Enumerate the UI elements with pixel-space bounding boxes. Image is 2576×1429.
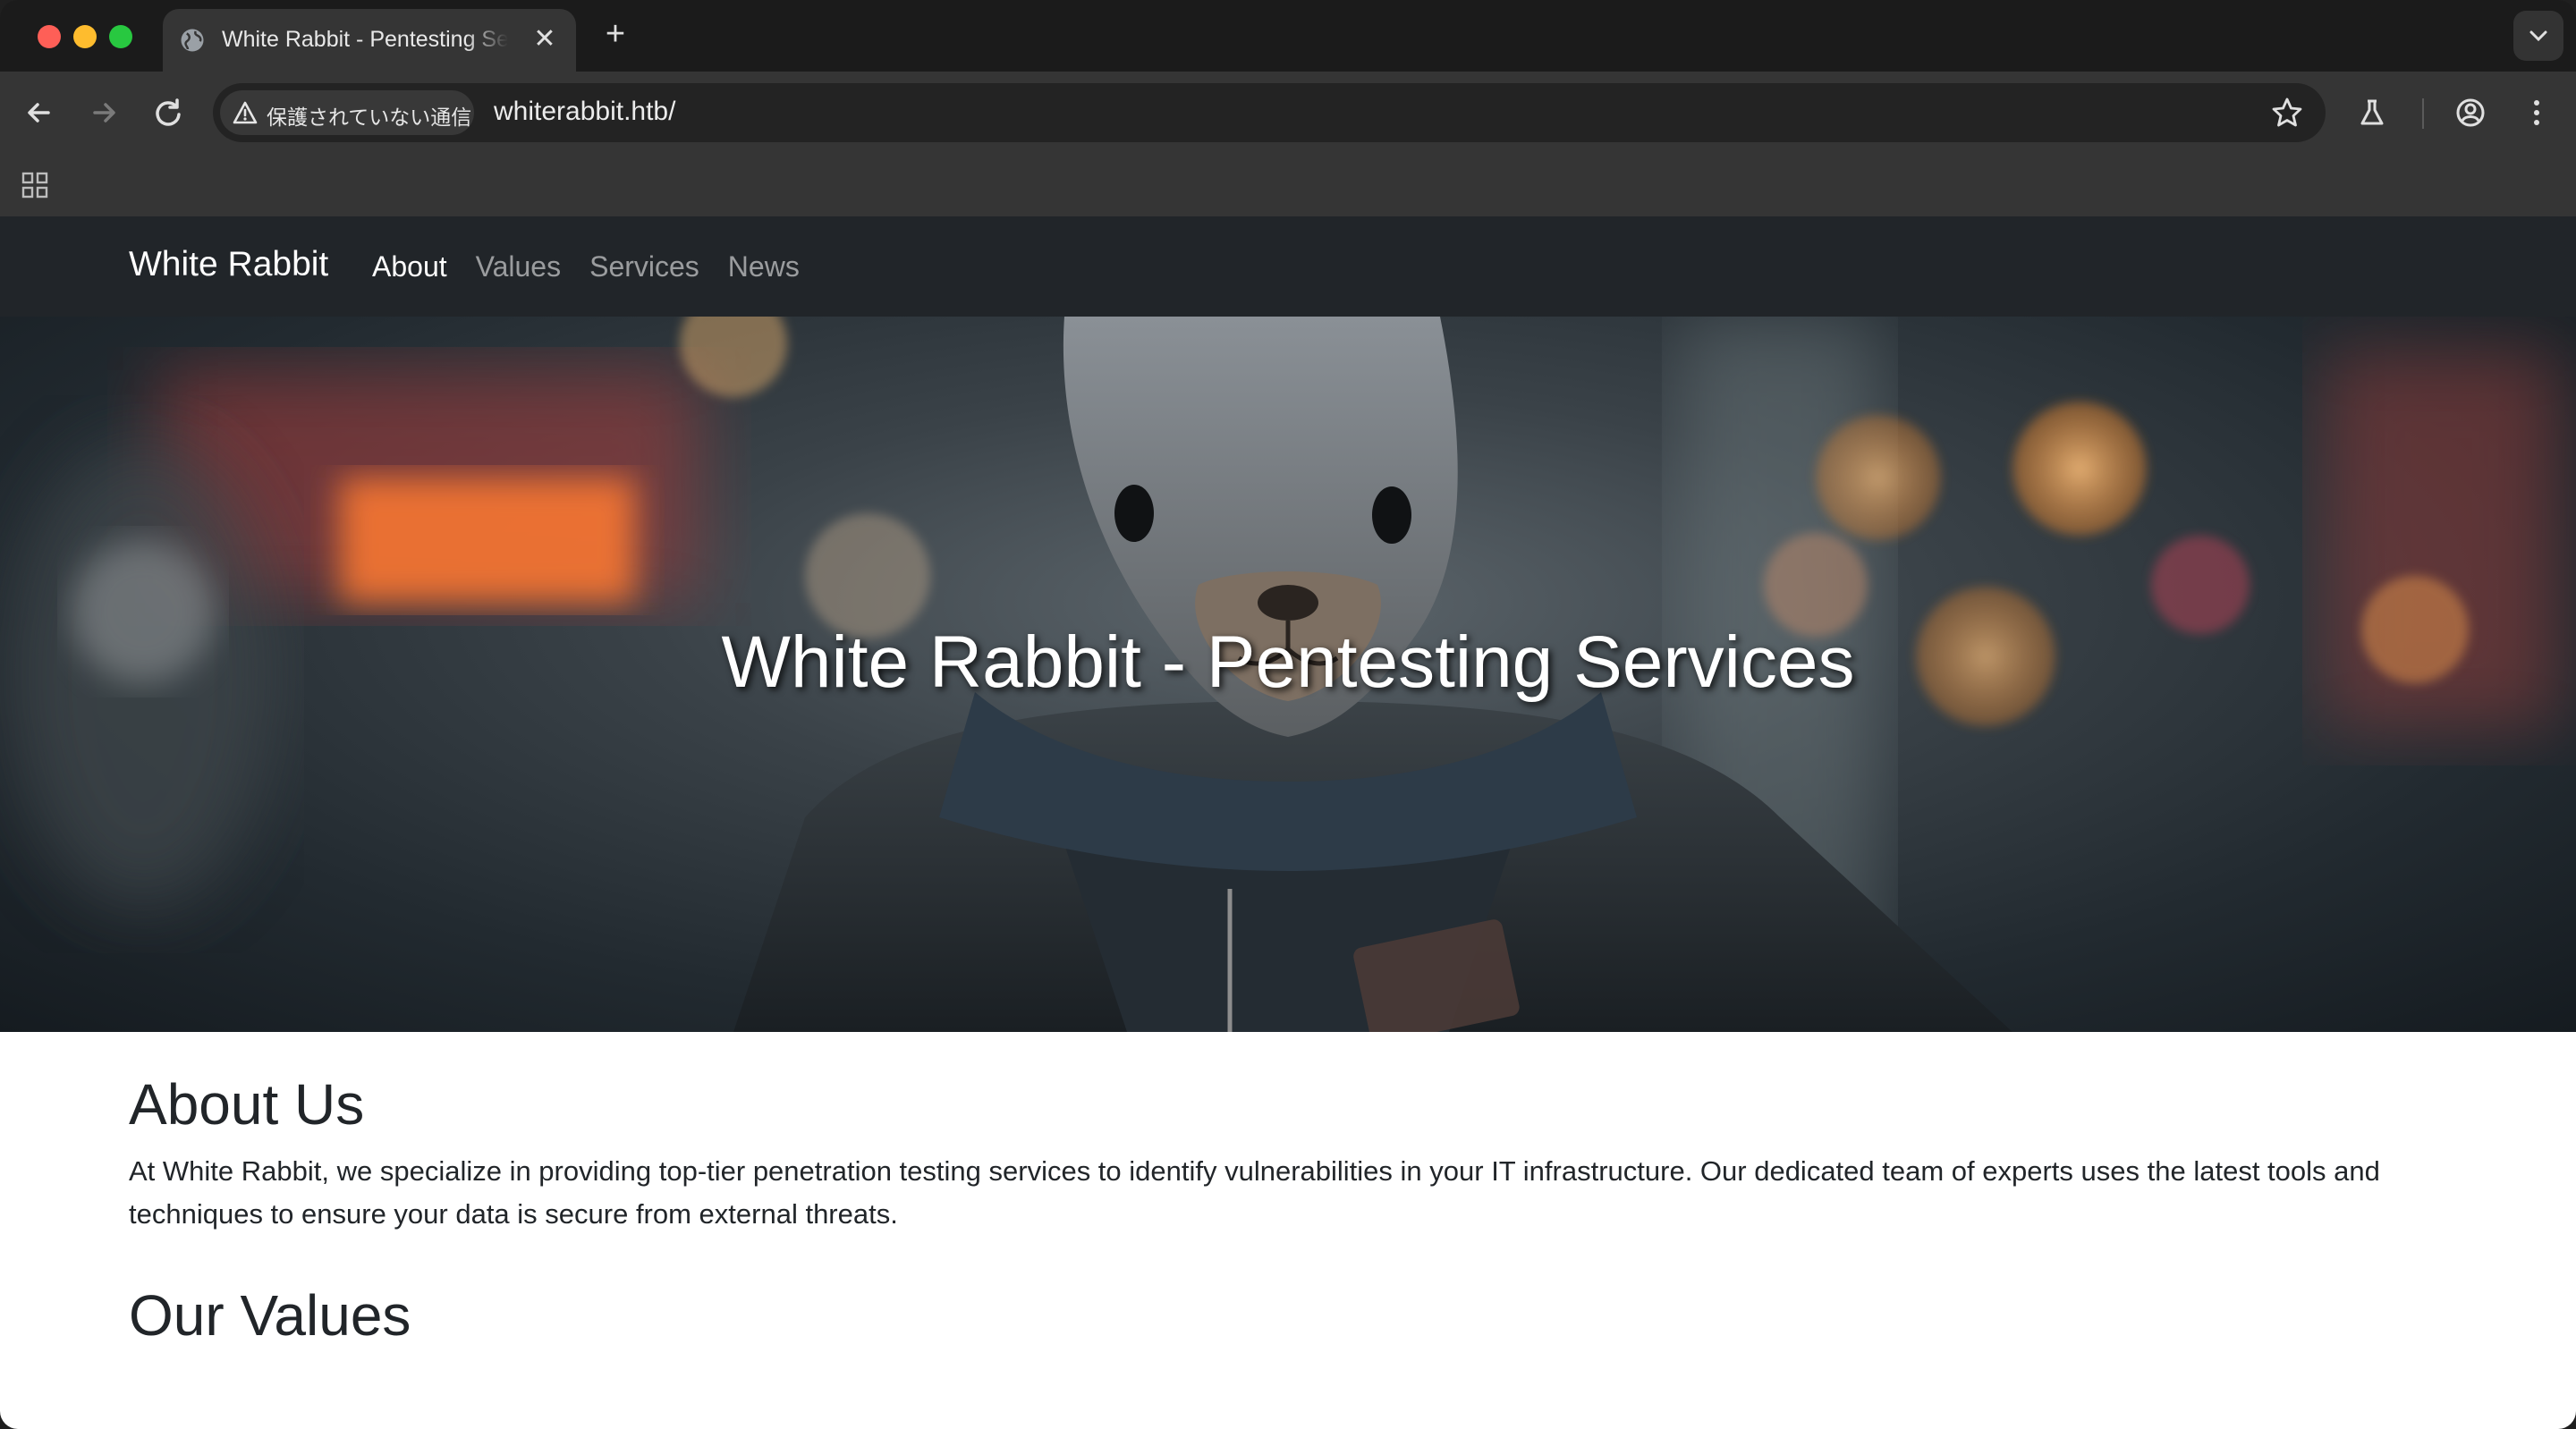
site-brand-link[interactable]: White Rabbit	[129, 245, 328, 284]
minimize-window-button[interactable]	[73, 25, 97, 48]
toolbar-separator	[2422, 98, 2424, 129]
browser-window: White Rabbit - Pentesting Services ✕ +	[0, 0, 2576, 1429]
new-tab-button[interactable]: +	[597, 16, 633, 52]
security-chip[interactable]: 保護されていない通信	[220, 90, 474, 135]
browser-toolbar: 保護されていない通信 whiterabbit.htb/	[0, 72, 2576, 154]
security-label: 保護されていない通信	[267, 106, 472, 130]
tab-title: White Rabbit - Pentesting Services	[222, 27, 508, 52]
about-paragraph: At White Rabbit, we specialize in provid…	[129, 1155, 2380, 1230]
chevron-down-icon	[2529, 30, 2547, 42]
site-nav-links: About Values Services News	[372, 250, 800, 283]
apps-grid-icon[interactable]	[18, 168, 52, 202]
close-window-button[interactable]	[38, 25, 61, 48]
warning-icon	[233, 101, 258, 124]
site-navbar: White Rabbit About Values Services News	[0, 216, 2576, 317]
hero-banner: White Rabbit - Pentesting Services	[0, 317, 2576, 1032]
profile-icon[interactable]	[2449, 91, 2492, 134]
web-page: White Rabbit About Values Services News	[0, 216, 2576, 1429]
values-heading: Our Values	[129, 1283, 411, 1348]
tab-search-button[interactable]	[2513, 11, 2563, 61]
bookmark-star-icon[interactable]	[2270, 96, 2304, 130]
browser-tab[interactable]: White Rabbit - Pentesting Services ✕	[163, 9, 576, 72]
nav-link-about[interactable]: About	[372, 250, 447, 283]
forward-arrow-icon[interactable]	[82, 91, 125, 134]
nav-link-services[interactable]: Services	[589, 250, 699, 283]
more-menu-icon[interactable]	[2515, 91, 2558, 134]
tab-close-icon[interactable]: ✕	[530, 24, 560, 55]
nav-link-news[interactable]: News	[728, 250, 800, 283]
reload-icon[interactable]	[147, 91, 190, 134]
maximize-window-button[interactable]	[109, 25, 132, 48]
address-bar[interactable]: 保護されていない通信 whiterabbit.htb/	[213, 83, 2326, 142]
about-heading: About Us	[129, 1072, 365, 1137]
bookmarks-bar	[0, 154, 2576, 216]
tab-strip: White Rabbit - Pentesting Services ✕ +	[0, 0, 2576, 72]
labs-flask-icon[interactable]	[2351, 91, 2394, 134]
globe-icon	[181, 29, 204, 52]
nav-link-values[interactable]: Values	[476, 250, 561, 283]
url-text[interactable]: whiterabbit.htb/	[494, 97, 675, 127]
hero-title: White Rabbit - Pentesting Services	[721, 621, 1855, 703]
back-arrow-icon[interactable]	[18, 91, 61, 134]
